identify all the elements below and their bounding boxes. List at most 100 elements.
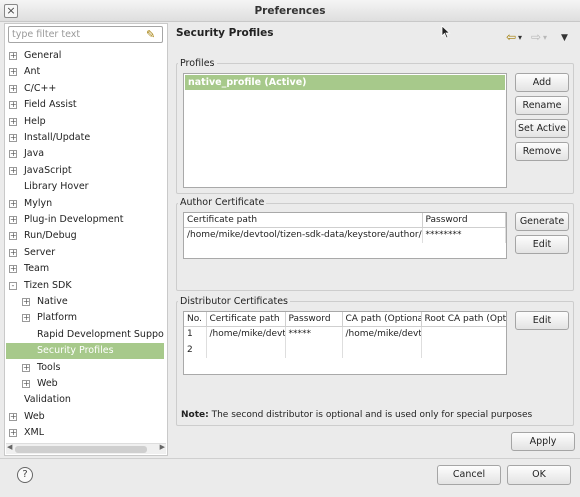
scrollbar-thumb[interactable] — [15, 446, 147, 453]
tree-item-label: Field Assist — [24, 99, 77, 111]
tree-item-label: Tools — [37, 361, 61, 373]
tree-item[interactable]: + General — [6, 48, 164, 64]
view-menu-icon[interactable]: ▼ — [561, 33, 568, 43]
clear-filter-icon[interactable]: ✎ — [146, 28, 159, 41]
column-password[interactable]: Password — [285, 312, 343, 327]
expand-icon[interactable]: + — [9, 134, 17, 142]
ok-button[interactable]: OK — [507, 465, 571, 485]
author-password[interactable]: ******** — [422, 227, 506, 243]
expand-icon[interactable]: + — [9, 150, 17, 159]
tree-item[interactable]: + JavaScript — [6, 163, 164, 179]
column-password[interactable]: Password — [422, 213, 506, 228]
profiles-group-label: Profiles — [178, 58, 217, 69]
column-root-ca-path[interactable]: Root CA path (Opt — [421, 312, 506, 327]
expand-icon[interactable]: + — [9, 412, 17, 421]
root-ca-path-cell[interactable] — [421, 342, 506, 358]
expand-icon[interactable]: + — [9, 68, 17, 77]
filter-field[interactable]: ✎ — [8, 26, 163, 43]
profiles-list[interactable]: native_profile (Active) — [183, 73, 507, 188]
certificate-path-cell[interactable] — [206, 342, 286, 358]
tree-item[interactable]: Rapid Development Support — [6, 327, 164, 343]
column-certificate-path[interactable]: Certificate path — [184, 213, 423, 228]
back-arrow-icon[interactable]: ⇦ — [506, 30, 516, 44]
filter-input[interactable] — [9, 27, 141, 42]
tree-item[interactable]: + Run/Debug — [6, 228, 164, 244]
expand-icon[interactable]: + — [22, 363, 30, 372]
set-active-button[interactable]: Set Active — [515, 119, 569, 138]
cancel-button[interactable]: Cancel — [437, 465, 501, 485]
apply-button[interactable]: Apply — [511, 432, 575, 451]
column-certificate-path[interactable]: Certificate path — [206, 312, 286, 327]
tree-item[interactable]: + Mylyn — [6, 196, 164, 212]
tree-item[interactable]: + Ant — [6, 64, 164, 80]
tree-item[interactable]: + Server — [6, 245, 164, 261]
tree-item[interactable]: + Team — [6, 261, 164, 277]
row-number[interactable]: 2 — [184, 342, 207, 358]
expand-icon[interactable]: + — [9, 216, 17, 224]
expand-icon[interactable]: + — [9, 166, 17, 175]
author-certificate-path[interactable]: /home/mike/devtool/tizen-sdk-data/keysto… — [184, 227, 423, 243]
certificate-path-cell[interactable]: /home/mike/devt — [206, 326, 286, 342]
tree-item[interactable]: + Web — [6, 409, 164, 425]
tree-item[interactable]: + Platform — [6, 310, 164, 326]
tree-item[interactable]: + Plug-in Development — [6, 212, 164, 228]
horizontal-scrollbar[interactable]: ◀ ▶ — [6, 443, 166, 454]
table-row[interactable]: 1 /home/mike/devt ***** /home/mike/devt — [184, 326, 506, 342]
tree-item[interactable]: + Tools — [6, 360, 164, 376]
scroll-left-icon[interactable]: ◀ — [7, 443, 12, 451]
author-certificate-table[interactable]: Certificate path Password /home/mike/dev… — [183, 212, 507, 259]
tree-item[interactable]: Validation — [6, 392, 164, 408]
tree-item[interactable]: + Java — [6, 146, 164, 162]
tree-item[interactable]: + Install/Update — [6, 130, 164, 146]
edit-distributor-button[interactable]: Edit — [515, 311, 569, 330]
expand-icon[interactable]: + — [22, 380, 30, 388]
tree-item[interactable]: + Native — [6, 294, 164, 310]
tree-item[interactable]: + XML — [6, 425, 164, 441]
tree-item[interactable]: + C/C++ — [6, 81, 164, 97]
tree-item[interactable]: Security Profiles — [6, 343, 164, 360]
tree-item[interactable]: - Tizen SDK — [6, 278, 164, 294]
expand-icon[interactable]: + — [9, 199, 17, 208]
expand-icon[interactable]: + — [22, 298, 30, 306]
tree-item[interactable]: + Web — [6, 376, 164, 392]
password-cell[interactable]: ***** — [285, 326, 343, 342]
column-ca-path[interactable]: CA path (Optiona — [342, 312, 422, 327]
column-no[interactable]: No. — [184, 312, 207, 327]
tree-item-label: Plug-in Development — [24, 214, 124, 225]
forward-arrow-icon[interactable]: ⇨ — [531, 30, 541, 44]
table-row[interactable]: 2 — [184, 342, 506, 358]
tree-item[interactable]: + Field Assist — [6, 97, 164, 113]
expand-icon[interactable]: + — [9, 429, 17, 438]
generate-button[interactable]: Generate — [515, 212, 569, 231]
password-cell[interactable] — [285, 342, 343, 358]
window-title: Preferences — [254, 5, 326, 17]
help-icon[interactable]: ? — [17, 467, 33, 483]
expand-icon[interactable]: + — [9, 248, 17, 257]
expand-icon[interactable]: + — [9, 52, 17, 60]
scroll-right-icon[interactable]: ▶ — [160, 443, 165, 451]
expand-icon[interactable]: + — [9, 265, 17, 274]
page-title: Security Profiles — [176, 27, 274, 39]
rename-profile-button[interactable]: Rename — [515, 96, 569, 115]
row-number[interactable]: 1 — [184, 326, 207, 342]
close-icon[interactable]: × — [4, 4, 18, 18]
profile-item-active[interactable]: native_profile (Active) — [185, 75, 505, 90]
tree-item[interactable]: + Help — [6, 114, 164, 130]
collapse-icon[interactable]: - — [9, 281, 17, 290]
add-profile-button[interactable]: Add — [515, 73, 569, 92]
back-menu-icon[interactable]: ▾ — [518, 33, 522, 42]
distributor-certificates-table[interactable]: No. Certificate path Password CA path (O… — [183, 311, 507, 375]
expand-icon[interactable]: + — [22, 314, 30, 323]
tree-item[interactable]: Library Hover — [6, 179, 164, 195]
expand-icon[interactable]: + — [9, 84, 17, 93]
root-ca-path-cell[interactable] — [421, 326, 506, 342]
forward-menu-icon[interactable]: ▾ — [543, 33, 547, 42]
expand-icon[interactable]: + — [9, 101, 17, 110]
remove-profile-button[interactable]: Remove — [515, 142, 569, 161]
ca-path-cell[interactable] — [342, 342, 422, 358]
edit-author-button[interactable]: Edit — [515, 235, 569, 254]
expand-icon[interactable]: + — [9, 117, 17, 126]
expand-icon[interactable]: + — [9, 232, 17, 241]
table-row[interactable]: /home/mike/devtool/tizen-sdk-data/keysto… — [184, 227, 506, 243]
ca-path-cell[interactable]: /home/mike/devt — [342, 326, 422, 342]
